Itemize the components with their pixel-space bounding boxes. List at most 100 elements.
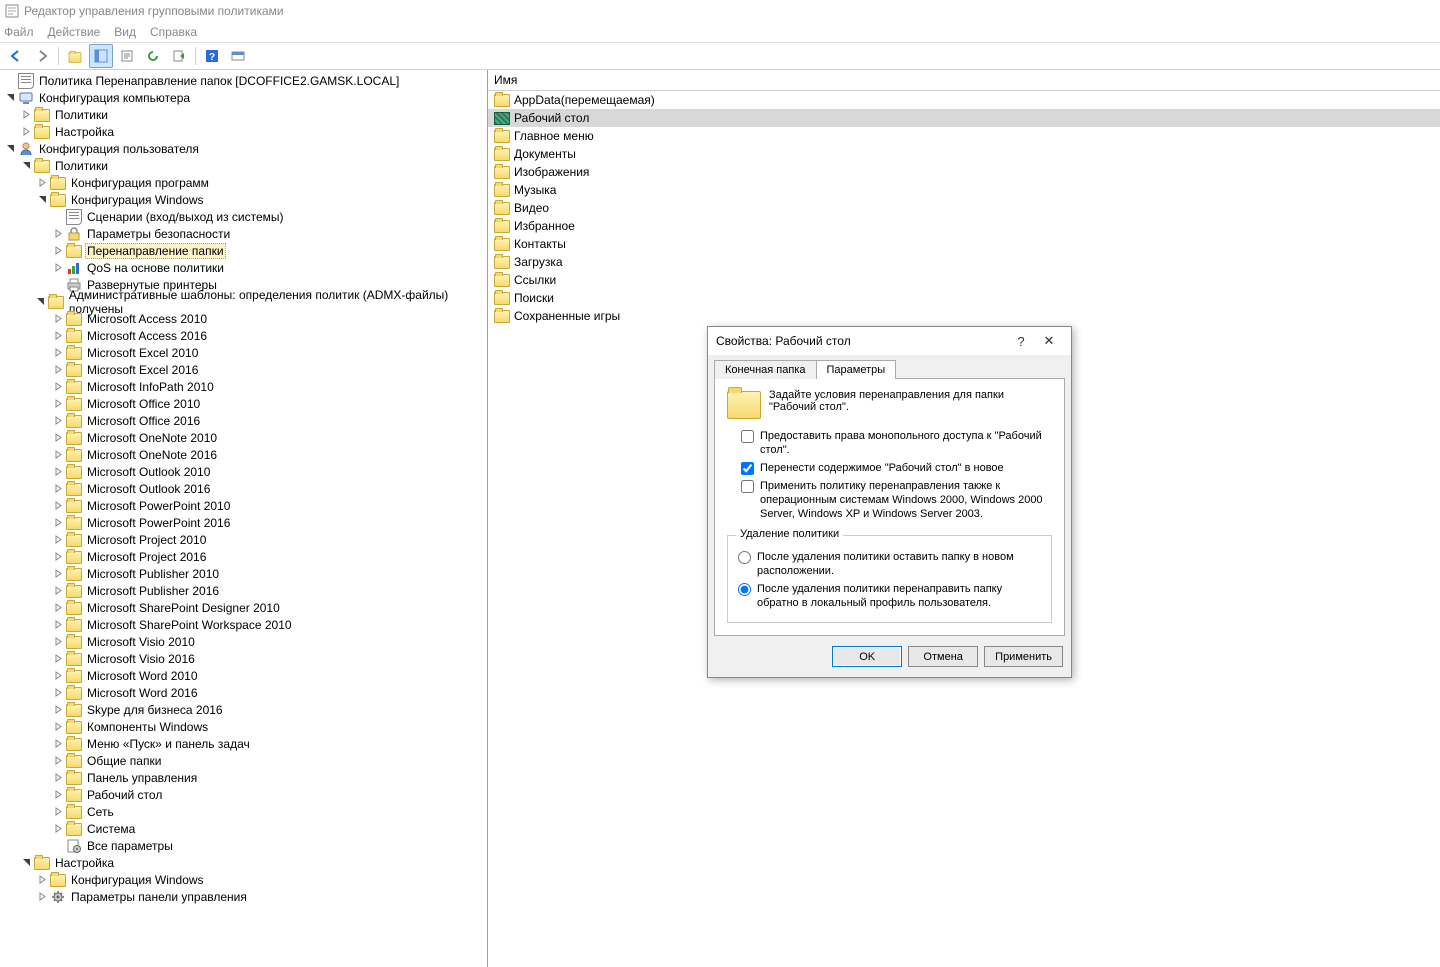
twisty-icon[interactable]: [52, 398, 64, 410]
tree-comp-policies[interactable]: Политики: [0, 106, 487, 123]
twisty-icon[interactable]: [52, 228, 64, 240]
tree-admx-14[interactable]: Microsoft Project 2016: [0, 548, 487, 565]
twisty-icon[interactable]: [52, 432, 64, 444]
list-item[interactable]: AppData(перемещаемая): [488, 91, 1440, 109]
tree-root[interactable]: Политика Перенаправление папок [DCOFFICE…: [0, 72, 487, 89]
menu-action[interactable]: Действие: [48, 25, 101, 39]
twisty-icon[interactable]: [20, 857, 32, 869]
tree-admin-templates[interactable]: Административные шаблоны: определения по…: [0, 293, 487, 310]
tree-admx-9[interactable]: Microsoft Outlook 2010: [0, 463, 487, 480]
twisty-icon[interactable]: [52, 381, 64, 393]
list-item[interactable]: Ссылки: [488, 271, 1440, 289]
list-item[interactable]: Рабочий стол: [488, 109, 1440, 127]
radio-redirect-back[interactable]: [738, 583, 751, 596]
ok-button[interactable]: OK: [832, 646, 902, 667]
tree-admx-16[interactable]: Microsoft Publisher 2016: [0, 582, 487, 599]
twisty-icon[interactable]: [52, 500, 64, 512]
twisty-icon[interactable]: [36, 194, 48, 206]
twisty-icon[interactable]: [20, 109, 32, 121]
tree-computer-config[interactable]: Конфигурация компьютера: [0, 89, 487, 106]
tree-admx-23[interactable]: Skype для бизнеса 2016: [0, 701, 487, 718]
tree-pane[interactable]: Политика Перенаправление папок [DCOFFICE…: [0, 70, 488, 967]
tree-cp-params[interactable]: Параметры панели управления: [0, 888, 487, 905]
tree-admx-11[interactable]: Microsoft PowerPoint 2010: [0, 497, 487, 514]
tree-control-panel[interactable]: Панель управления: [0, 769, 487, 786]
list-item[interactable]: Музыка: [488, 181, 1440, 199]
dialog-help-button[interactable]: ?: [1007, 327, 1035, 355]
twisty-icon[interactable]: [52, 619, 64, 631]
tree-comp-preferences[interactable]: Настройка: [0, 123, 487, 140]
list-item[interactable]: Видео: [488, 199, 1440, 217]
tree-folder-redirection[interactable]: Перенаправление папки: [0, 242, 487, 259]
twisty-icon[interactable]: [52, 653, 64, 665]
list-item[interactable]: Контакты: [488, 235, 1440, 253]
tree-admx-6[interactable]: Microsoft Office 2016: [0, 412, 487, 429]
twisty-icon[interactable]: [52, 670, 64, 682]
tree-start-menu[interactable]: Меню «Пуск» и панель задач: [0, 735, 487, 752]
twisty-icon[interactable]: [52, 262, 64, 274]
properties-button[interactable]: [115, 44, 139, 68]
twisty-icon[interactable]: [52, 534, 64, 546]
twisty-icon[interactable]: [52, 704, 64, 716]
tree-admx-12[interactable]: Microsoft PowerPoint 2016: [0, 514, 487, 531]
twisty-icon[interactable]: [52, 602, 64, 614]
tree-user-preferences[interactable]: Настройка: [0, 854, 487, 871]
list-item[interactable]: Поиски: [488, 289, 1440, 307]
menu-view[interactable]: Вид: [114, 25, 136, 39]
up-button[interactable]: [63, 44, 87, 68]
dialog-close-button[interactable]: ✕: [1035, 327, 1063, 355]
tree-admx-15[interactable]: Microsoft Publisher 2010: [0, 565, 487, 582]
tree-admx-3[interactable]: Microsoft Excel 2016: [0, 361, 487, 378]
twisty-icon[interactable]: [20, 160, 32, 172]
twisty-icon[interactable]: [52, 364, 64, 376]
tree-admx-19[interactable]: Microsoft Visio 2010: [0, 633, 487, 650]
tab-target-folder[interactable]: Конечная папка: [714, 360, 817, 379]
twisty-icon[interactable]: [4, 92, 16, 104]
twisty-icon[interactable]: [52, 772, 64, 784]
tree-admx-2[interactable]: Microsoft Excel 2010: [0, 344, 487, 361]
list-item[interactable]: Главное меню: [488, 127, 1440, 145]
list-column-header[interactable]: Имя: [488, 70, 1440, 91]
tree-admx-21[interactable]: Microsoft Word 2010: [0, 667, 487, 684]
twisty-icon[interactable]: [20, 126, 32, 138]
tree-admx-4[interactable]: Microsoft InfoPath 2010: [0, 378, 487, 395]
twisty-icon[interactable]: [52, 721, 64, 733]
tree-win-components[interactable]: Компоненты Windows: [0, 718, 487, 735]
tab-parameters[interactable]: Параметры: [816, 360, 897, 379]
list-item[interactable]: Сохраненные игры: [488, 307, 1440, 325]
tree-shared-folders[interactable]: Общие папки: [0, 752, 487, 769]
twisty-icon[interactable]: [36, 874, 48, 886]
tree-admx-10[interactable]: Microsoft Outlook 2016: [0, 480, 487, 497]
twisty-icon[interactable]: [52, 687, 64, 699]
tree-admx-20[interactable]: Microsoft Visio 2016: [0, 650, 487, 667]
extra-button[interactable]: [226, 44, 250, 68]
twisty-icon[interactable]: [52, 636, 64, 648]
twisty-icon[interactable]: [52, 585, 64, 597]
tree-admx-5[interactable]: Microsoft Office 2010: [0, 395, 487, 412]
apply-button[interactable]: Применить: [984, 646, 1063, 667]
twisty-icon[interactable]: [52, 330, 64, 342]
twisty-icon[interactable]: [52, 755, 64, 767]
tree-admx-1[interactable]: Microsoft Access 2016: [0, 327, 487, 344]
tree-security-params[interactable]: Параметры безопасности: [0, 225, 487, 242]
tree-admx-18[interactable]: Microsoft SharePoint Workspace 2010: [0, 616, 487, 633]
twisty-icon[interactable]: [36, 177, 48, 189]
list-item[interactable]: Документы: [488, 145, 1440, 163]
tree-user-config[interactable]: Конфигурация пользователя: [0, 140, 487, 157]
twisty-icon[interactable]: [52, 466, 64, 478]
refresh-button[interactable]: [141, 44, 165, 68]
tree-desktop[interactable]: Рабочий стол: [0, 786, 487, 803]
list-item[interactable]: Изображения: [488, 163, 1440, 181]
twisty-icon[interactable]: [52, 738, 64, 750]
show-tree-button[interactable]: [89, 44, 113, 68]
radio-leave-folder[interactable]: [738, 551, 751, 564]
back-button[interactable]: [4, 44, 28, 68]
tree-all-settings[interactable]: Все параметры: [0, 837, 487, 854]
menu-file[interactable]: Файл: [4, 25, 34, 39]
twisty-icon[interactable]: [52, 789, 64, 801]
twisty-icon[interactable]: [52, 551, 64, 563]
checkbox-exclusive-rights[interactable]: [741, 430, 754, 443]
help-button[interactable]: ?: [200, 44, 224, 68]
export-button[interactable]: [167, 44, 191, 68]
twisty-icon[interactable]: [52, 449, 64, 461]
